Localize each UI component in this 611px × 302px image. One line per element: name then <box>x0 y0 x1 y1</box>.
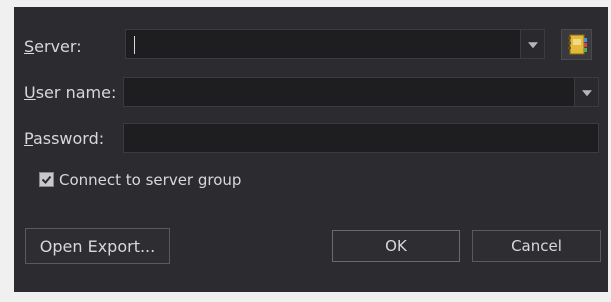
server-dropdown-button[interactable] <box>520 30 544 58</box>
password-label: Password: <box>24 129 104 149</box>
connect-group-label[interactable]: Connect to server group <box>59 170 241 190</box>
username-label-mnemonic: U <box>24 83 36 102</box>
open-export-button[interactable]: Open Export... <box>25 228 170 264</box>
cancel-button[interactable]: Cancel <box>472 230 601 262</box>
server-combobox[interactable] <box>125 29 545 59</box>
server-label: Server: <box>24 37 82 57</box>
server-label-mnemonic: S <box>24 37 35 56</box>
password-label-rest: assword: <box>32 129 105 148</box>
checkmark-icon <box>41 175 52 184</box>
username-dropdown-button[interactable] <box>574 78 598 106</box>
chevron-down-icon <box>581 90 592 97</box>
address-book-button[interactable] <box>561 29 592 60</box>
username-label-rest: ser name: <box>35 83 117 102</box>
username-combobox[interactable] <box>123 77 599 107</box>
chevron-down-icon <box>527 42 538 49</box>
password-label-mnemonic: P <box>24 129 33 148</box>
server-label-rest: erver: <box>34 37 82 56</box>
address-book-icon <box>568 34 587 55</box>
connect-group-checkbox[interactable] <box>39 172 54 187</box>
connect-dialog: Server: User name: Password: Connect to … <box>14 7 608 292</box>
password-field[interactable] <box>123 123 599 153</box>
username-label: User name: <box>24 83 116 103</box>
text-cursor <box>134 36 135 54</box>
ok-button[interactable]: OK <box>332 230 460 262</box>
